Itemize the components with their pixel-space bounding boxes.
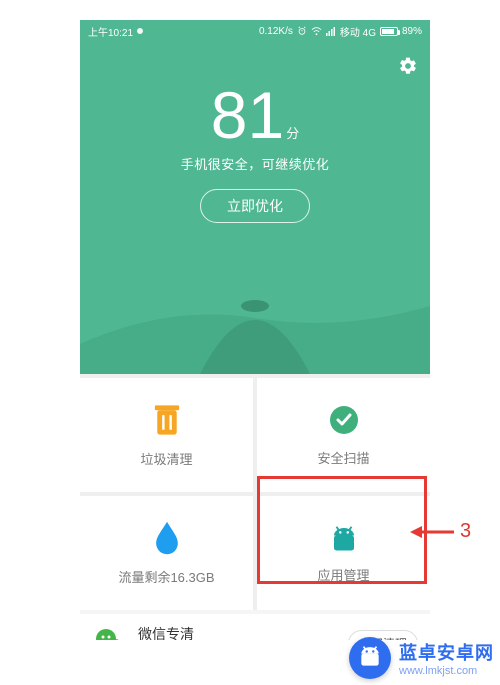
- score-display: 81分 手机很安全，可继续优化: [80, 42, 430, 173]
- watermark-badge-icon: [349, 637, 391, 679]
- arrow-left-icon: [410, 523, 454, 541]
- tile-scan-label: 安全扫描: [317, 448, 369, 467]
- phone-frame: 上午10:21 0.12K/s 移动 4G 89%: [80, 20, 430, 640]
- watermark-title: 蓝卓安卓网: [399, 639, 494, 665]
- android-icon: [329, 523, 359, 553]
- tile-security-scan[interactable]: 安全扫描: [257, 378, 430, 492]
- gear-icon: [398, 56, 418, 76]
- feature-grid: 垃圾清理 安全扫描 流量剩余16.3GB 应用管理: [80, 374, 430, 610]
- status-speed: 0.12K/s: [259, 26, 293, 37]
- hero-illustration: [80, 284, 430, 374]
- statusbar-left: 上午10:21: [88, 24, 143, 39]
- status-carrier: 移动 4G: [340, 24, 376, 39]
- annotation-arrow: 3: [410, 520, 471, 543]
- tile-data-usage[interactable]: 流量剩余16.3GB: [80, 496, 253, 610]
- score-value: 81: [211, 82, 284, 148]
- optimize-button[interactable]: 立即优化: [200, 189, 310, 223]
- tile-app-management[interactable]: 应用管理: [257, 496, 430, 610]
- watermark-url: www.lmkjst.com: [399, 665, 494, 677]
- watermark: 蓝卓安卓网 www.lmkjst.com: [349, 637, 494, 679]
- tile-trash-label: 垃圾清理: [140, 449, 192, 468]
- settings-button[interactable]: [398, 56, 418, 76]
- tile-trash-clean[interactable]: 垃圾清理: [80, 378, 253, 492]
- promo-title: 微信专清: [138, 624, 338, 640]
- signal-icon: [326, 27, 336, 36]
- annotation-step-number: 3: [460, 520, 471, 543]
- tile-apps-label: 应用管理: [317, 565, 369, 584]
- status-indicator-icon: [137, 28, 143, 34]
- status-time: 上午10:21: [88, 24, 133, 39]
- status-battery-pct: 89%: [402, 26, 422, 37]
- tile-data-label: 流量剩余16.3GB: [118, 567, 214, 586]
- alarm-icon: [297, 26, 307, 36]
- wechat-clean-icon: [92, 625, 128, 640]
- battery-icon: [380, 27, 398, 36]
- status-bar: 上午10:21 0.12K/s 移动 4G 89%: [80, 20, 430, 42]
- hero: 81分 手机很安全，可继续优化 立即优化: [80, 42, 430, 374]
- score-subtitle: 手机很安全，可继续优化: [80, 154, 430, 173]
- promo-texts: 微信专清 清理微信垃圾，释放手机内存: [138, 624, 338, 640]
- watermark-texts: 蓝卓安卓网 www.lmkjst.com: [399, 639, 494, 677]
- wifi-icon: [311, 27, 322, 36]
- optimize-label: 立即优化: [227, 196, 283, 216]
- trash-icon: [152, 403, 182, 437]
- water-drop-icon: [154, 521, 180, 555]
- statusbar-right: 0.12K/s 移动 4G 89%: [259, 24, 422, 39]
- shield-check-icon: [328, 404, 360, 436]
- score-unit: 分: [286, 126, 299, 141]
